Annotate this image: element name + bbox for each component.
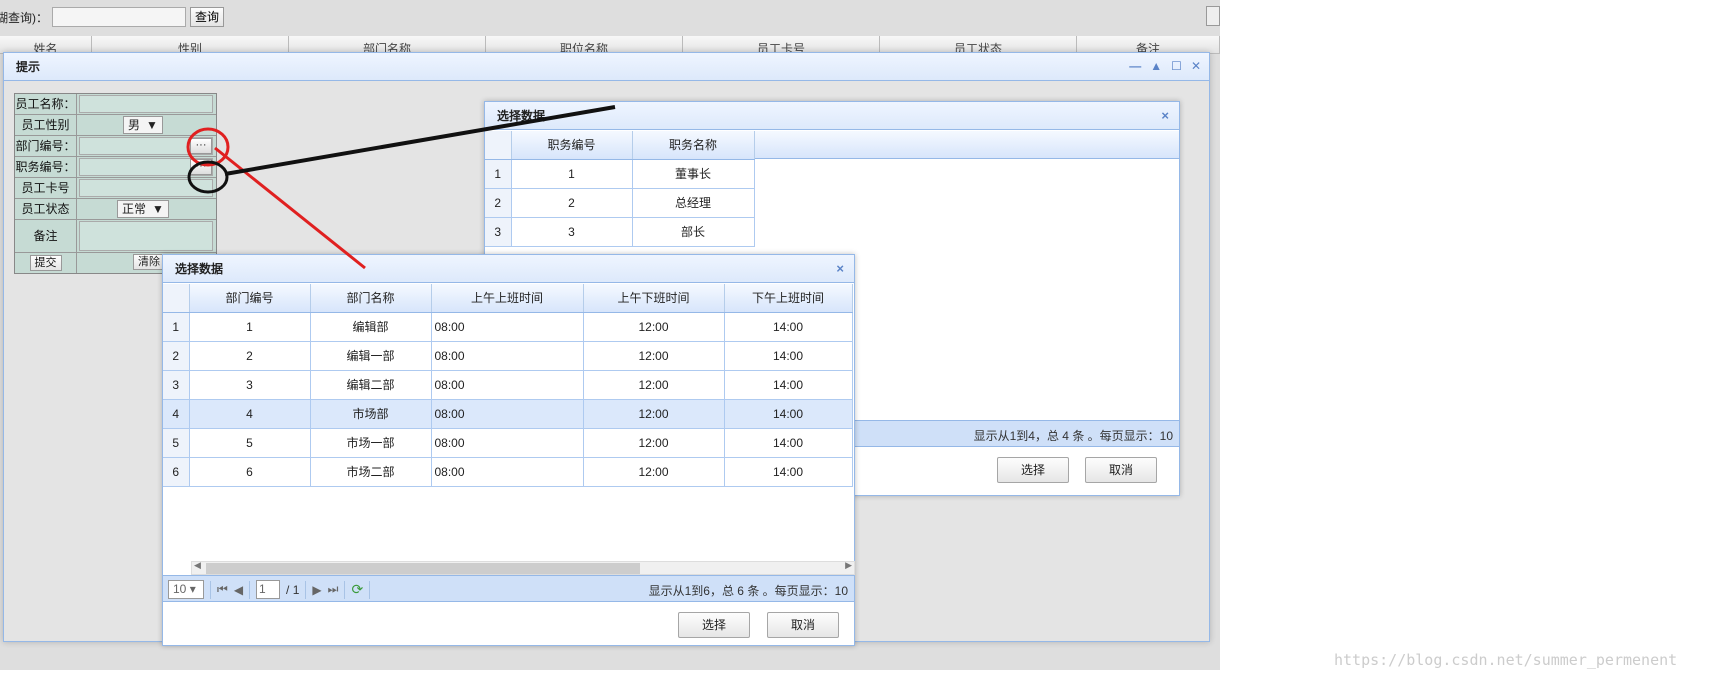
watermark-text: https://blog.csdn.net/summer_permenent — [1334, 651, 1678, 669]
black-arrow-annotation — [224, 105, 616, 176]
red-arrow-annotation — [214, 146, 366, 270]
annotation-overlay — [186, 105, 616, 270]
red-circle-annotation — [186, 127, 230, 167]
app-page: 糊查询)： 查询 姓名 性别 部门名称 职位名称 员工卡号 员工状态 备注 提示… — [0, 0, 1220, 670]
